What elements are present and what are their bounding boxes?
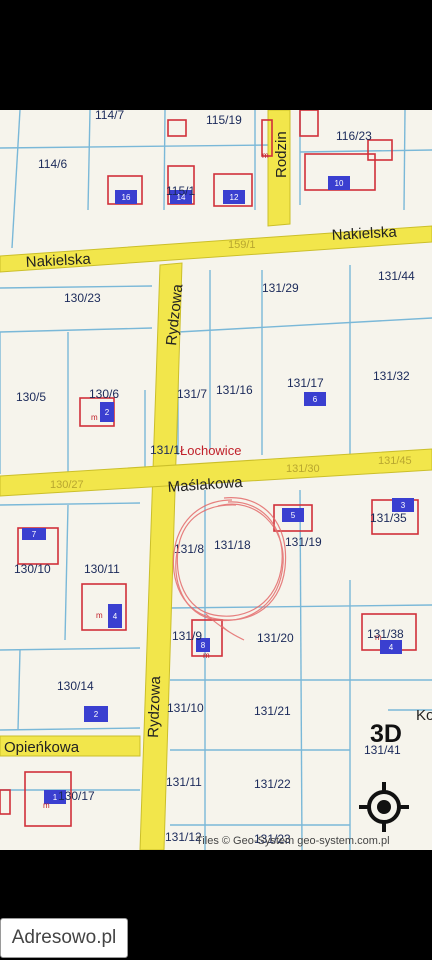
map-attribution: Tiles © Geo-System geo-system.com.pl bbox=[196, 835, 390, 847]
parcel-number: 130/11 bbox=[84, 562, 120, 576]
house-number: 2 bbox=[94, 710, 99, 719]
street-label-nakielska-right: Nakielska bbox=[331, 224, 397, 244]
hand-drawn-circle-annotation bbox=[172, 497, 287, 641]
parcel-number: 130/17 bbox=[58, 789, 95, 803]
parcel-number: 114/6 bbox=[38, 157, 67, 171]
road-number-nakielska: 159/1 bbox=[228, 239, 256, 251]
house-number: 4 bbox=[113, 612, 118, 621]
parcel-number: 131/18 bbox=[214, 538, 251, 552]
locate-me-button[interactable] bbox=[356, 779, 412, 835]
house-number: 16 bbox=[122, 193, 131, 202]
toggle-3d-button[interactable]: 3D bbox=[356, 716, 416, 752]
parcel-number: 131/17 bbox=[287, 376, 324, 390]
street-label-rydzowa-bottom: Rydzowa bbox=[145, 675, 164, 738]
house-number: 7 bbox=[32, 530, 37, 539]
parcel-number: 130/10 bbox=[14, 562, 51, 576]
building-letter: m bbox=[262, 151, 269, 160]
place-label: Łochowice bbox=[180, 443, 241, 458]
building-letter: m bbox=[91, 413, 98, 422]
house-number: 3 bbox=[401, 501, 406, 510]
parcel-number: 130/14 bbox=[57, 679, 94, 693]
road-number-maslakowa: 131/30 bbox=[286, 463, 320, 475]
parcel-number: 131/7 bbox=[177, 387, 207, 401]
house-number: 5 bbox=[291, 511, 296, 520]
street-label-opienkowa: Opieńkowa bbox=[4, 739, 80, 756]
parcel-number: 131/19 bbox=[285, 535, 322, 549]
house-number: 12 bbox=[230, 193, 239, 202]
parcel-number: 131/9 bbox=[172, 629, 202, 643]
street-label-rodzinna: Rodzin bbox=[273, 131, 290, 178]
parcel-number: 131/29 bbox=[262, 281, 299, 295]
parcel-number: 131/1 bbox=[150, 443, 180, 457]
building-letter: m bbox=[96, 611, 103, 620]
building-letter: m bbox=[43, 801, 50, 810]
parcel-number: 131/35 bbox=[370, 511, 407, 525]
building-letter: m bbox=[203, 651, 210, 660]
road-number-maslakowa-left: 130/27 bbox=[50, 479, 84, 491]
parcel-number: 131/20 bbox=[257, 631, 294, 645]
parcel-number: 131/22 bbox=[254, 777, 291, 791]
house-number: 6 bbox=[313, 395, 318, 404]
parcel-number: 131/32 bbox=[373, 369, 410, 383]
parcel-number: 114/7 bbox=[95, 110, 124, 122]
parcel-number: 131/16 bbox=[216, 383, 253, 397]
parcel-number: 131/11 bbox=[166, 775, 202, 789]
map-viewport[interactable]: 16 14 12 10 2 6 7 5 3 4 8 4 2 1 m m m m … bbox=[0, 110, 432, 850]
parcel-number: 130/6 bbox=[89, 387, 119, 401]
parcel-number: 131/21 bbox=[254, 704, 291, 718]
adresowo-brand-badge[interactable]: Adresowo.pl bbox=[0, 918, 128, 958]
house-number: 4 bbox=[389, 643, 394, 652]
road-number-maslakowa-far: 131/45 bbox=[378, 455, 412, 467]
parcel-number: 115/19 bbox=[206, 113, 242, 127]
street-label-ko: Ko bbox=[416, 707, 432, 724]
parcel-number: 130/23 bbox=[64, 291, 101, 305]
parcel-number: 116/23 bbox=[336, 129, 372, 143]
house-number: 10 bbox=[335, 179, 344, 188]
parcel-number: 131/10 bbox=[167, 701, 204, 715]
parcel-number: 115/1 bbox=[166, 184, 195, 198]
parcel-number: 130/5 bbox=[16, 390, 46, 404]
parcel-number: 131/44 bbox=[378, 269, 415, 283]
locate-crosshair-icon bbox=[359, 782, 409, 832]
street-label-nakielska-left: Nakielska bbox=[25, 251, 91, 271]
house-number: 2 bbox=[105, 408, 110, 417]
parcel-number: 131/38 bbox=[367, 627, 404, 641]
